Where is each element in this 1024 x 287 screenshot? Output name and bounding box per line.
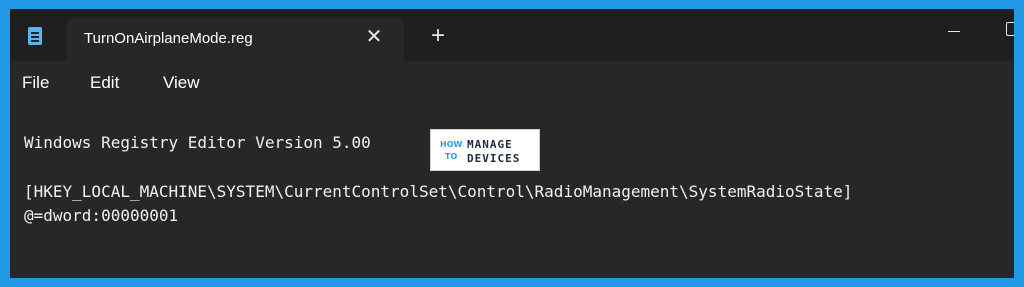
logo-how: HOW (440, 140, 463, 149)
logo-manage: MANAGE (467, 138, 513, 151)
plus-icon[interactable]: + (424, 22, 452, 50)
tab-turnonairplanemode[interactable]: TurnOnAirplaneMode.reg ✕ (66, 17, 404, 61)
menu-bar: File Edit View (10, 61, 1014, 105)
editor-line-3: [HKEY_LOCAL_MACHINE\SYSTEM\CurrentContro… (24, 182, 853, 201)
tab-title: TurnOnAirplaneMode.reg (84, 30, 253, 47)
howtomanagedevices-logo: HOW TO MANAGE DEVICES (430, 129, 540, 171)
menu-view[interactable]: View (163, 73, 200, 93)
editor-line-1: Windows Registry Editor Version 5.00 (24, 133, 371, 152)
menu-file[interactable]: File (22, 73, 49, 93)
menu-edit[interactable]: Edit (90, 73, 119, 93)
notepad-icon (28, 27, 42, 45)
close-icon[interactable]: ✕ (360, 23, 388, 51)
maximize-icon[interactable] (1006, 22, 1014, 36)
title-bar: TurnOnAirplaneMode.reg ✕ + (10, 9, 1014, 61)
logo-devices: DEVICES (467, 152, 521, 165)
editor-line-4: @=dword:00000001 (24, 206, 179, 225)
minimize-icon[interactable] (948, 31, 960, 32)
logo-to: TO (445, 152, 458, 161)
